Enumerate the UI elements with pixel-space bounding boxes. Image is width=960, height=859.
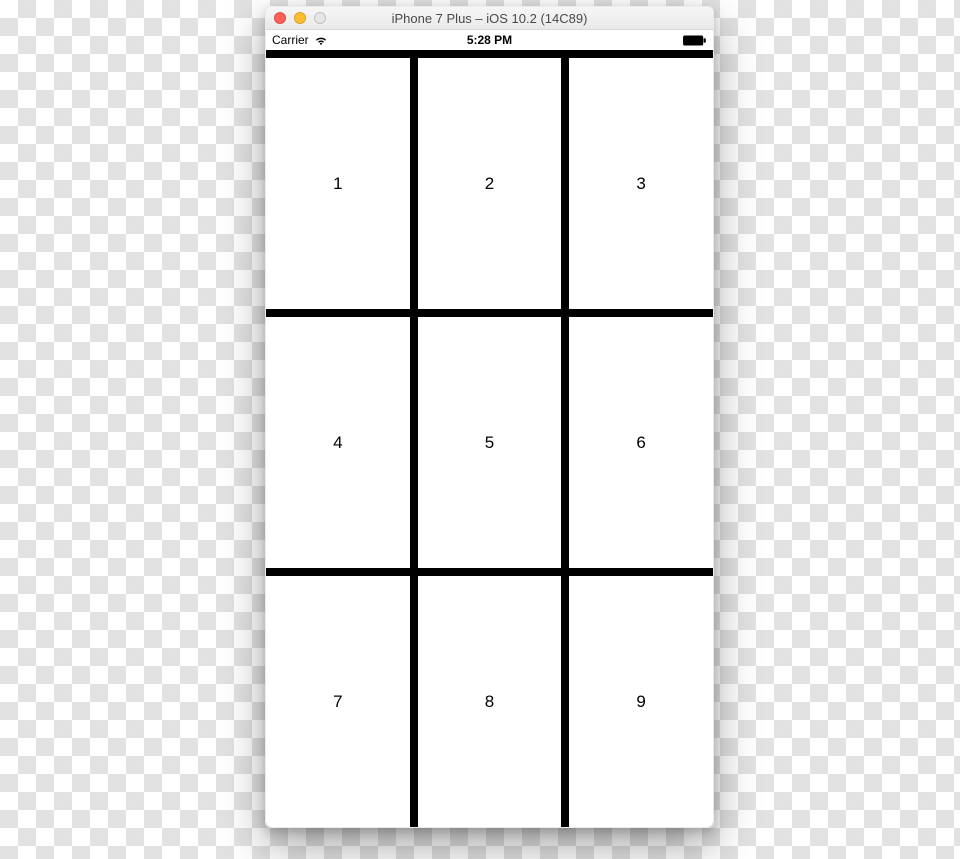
- traffic-lights: [274, 7, 326, 29]
- grid-cell-8[interactable]: 8: [418, 576, 562, 827]
- carrier-label: Carrier: [272, 33, 309, 47]
- grid-cell-6[interactable]: 6: [569, 317, 713, 568]
- ios-status-bar: Carrier 5:28 PM: [266, 30, 713, 50]
- device-screen: Carrier 5:28 PM: [266, 30, 713, 827]
- grid-cell-9[interactable]: 9: [569, 576, 713, 827]
- status-left: Carrier: [272, 33, 328, 47]
- status-right: [682, 35, 707, 46]
- grid-cell-7[interactable]: 7: [266, 576, 410, 827]
- cell-label: 9: [636, 692, 645, 712]
- cells-grid: 1 2 3 4 5 6 7 8 9: [266, 50, 713, 827]
- zoom-window-button[interactable]: [314, 12, 326, 24]
- window-title: iPhone 7 Plus – iOS 10.2 (14C89): [392, 11, 588, 26]
- status-time: 5:28 PM: [266, 33, 713, 47]
- macos-titlebar[interactable]: iPhone 7 Plus – iOS 10.2 (14C89): [266, 7, 713, 30]
- grid-cell-4[interactable]: 4: [266, 317, 410, 568]
- grid-cell-5[interactable]: 5: [418, 317, 562, 568]
- cell-label: 6: [636, 433, 645, 453]
- cell-label: 8: [485, 692, 494, 712]
- cell-label: 1: [333, 174, 342, 194]
- transparency-background: iPhone 7 Plus – iOS 10.2 (14C89) Carrier…: [0, 0, 960, 859]
- wifi-icon: [314, 35, 328, 45]
- close-window-button[interactable]: [274, 12, 286, 24]
- minimize-window-button[interactable]: [294, 12, 306, 24]
- cell-label: 4: [333, 433, 342, 453]
- grid-cell-3[interactable]: 3: [569, 58, 713, 309]
- battery-icon: [682, 35, 707, 46]
- cell-label: 3: [636, 174, 645, 194]
- cell-label: 7: [333, 692, 342, 712]
- cell-label: 2: [485, 174, 494, 194]
- grid-cell-1[interactable]: 1: [266, 58, 410, 309]
- cell-label: 5: [485, 433, 494, 453]
- grid-cell-2[interactable]: 2: [418, 58, 562, 309]
- simulator-window: iPhone 7 Plus – iOS 10.2 (14C89) Carrier…: [265, 6, 714, 828]
